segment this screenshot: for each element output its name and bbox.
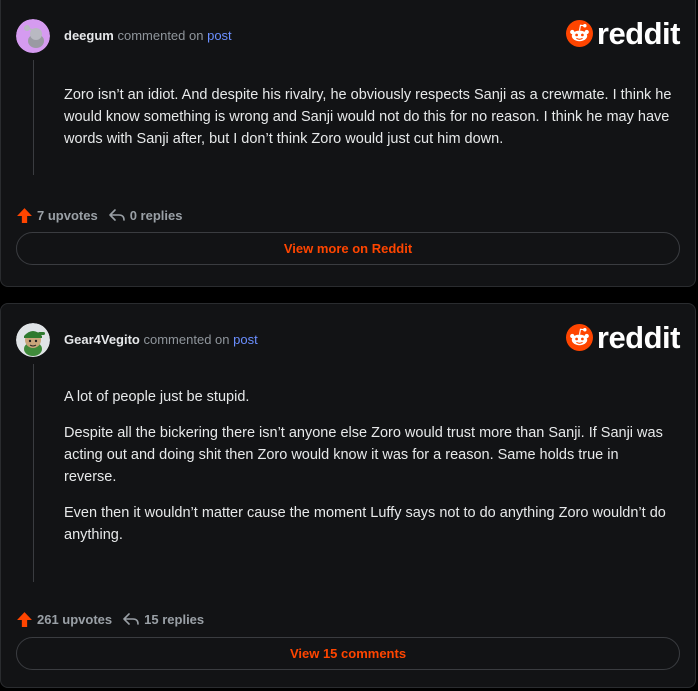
upvote-label: 7 upvotes: [37, 207, 98, 223]
upvote-arrow-icon: [17, 207, 32, 223]
comment-header: deegum commented on post reddit: [16, 18, 681, 55]
comment-body: A lot of people just be stupid. Despite …: [64, 386, 673, 560]
reply-count[interactable]: 0 replies: [108, 207, 183, 223]
comment-card: Gear4Vegito commented on post reddit A l…: [0, 303, 696, 688]
reddit-wordmark: reddit: [596, 319, 681, 355]
username[interactable]: deegum: [64, 28, 114, 43]
comment-meta: deegum commented on post: [64, 28, 232, 43]
comment-paragraph: Even then it wouldn’t matter cause the m…: [64, 505, 666, 543]
snoo-avatar-icon: [16, 323, 50, 357]
reddit-snoo-icon: [565, 19, 593, 47]
reddit-logo[interactable]: reddit: [565, 319, 681, 355]
comment-stats: 261 upvotes 15 replies: [16, 609, 214, 629]
upvote-count[interactable]: 261 upvotes: [16, 611, 112, 628]
reply-arrow-icon: [108, 209, 125, 221]
comment-paragraph: Despite all the bickering there isn’t an…: [64, 425, 663, 485]
reddit-logo[interactable]: reddit: [565, 15, 681, 51]
comment-paragraph: A lot of people just be stupid.: [64, 389, 250, 405]
user-avatar[interactable]: [16, 19, 50, 53]
reply-label: 0 replies: [129, 207, 183, 223]
reddit-snoo-icon: [565, 323, 593, 351]
reply-count[interactable]: 15 replies: [122, 611, 204, 627]
upvote-label: 261 upvotes: [37, 611, 113, 627]
comment-card: deegum commented on post reddit Zoro isn…: [0, 0, 696, 287]
commented-on-text: commented on: [143, 332, 230, 347]
snoo-avatar-icon: [16, 19, 50, 53]
comment-paragraph: Zoro isn’t an idiot. And despite his riv…: [64, 87, 672, 147]
view-comments-button[interactable]: View 15 comments: [16, 637, 680, 670]
comment-header: Gear4Vegito commented on post reddit: [16, 322, 681, 359]
upvote-count[interactable]: 7 upvotes: [16, 207, 98, 224]
reddit-wordmark: reddit: [596, 15, 681, 51]
reply-arrow-icon: [123, 613, 139, 625]
comment-meta: Gear4Vegito commented on post: [64, 332, 258, 347]
commented-on-text: commented on: [117, 28, 204, 43]
username[interactable]: Gear4Vegito: [64, 332, 140, 347]
post-link[interactable]: post: [233, 332, 258, 347]
thread-line: [33, 364, 34, 582]
user-avatar[interactable]: [16, 323, 50, 357]
comment-body: Zoro isn’t an idiot. And despite his riv…: [64, 84, 673, 164]
view-more-button[interactable]: View more on Reddit: [16, 232, 680, 265]
post-link[interactable]: post: [207, 28, 232, 43]
upvote-arrow-icon: [17, 611, 32, 627]
comment-stats: 7 upvotes 0 replies: [16, 205, 192, 225]
reply-label: 15 replies: [144, 611, 205, 627]
thread-line: [33, 60, 34, 175]
